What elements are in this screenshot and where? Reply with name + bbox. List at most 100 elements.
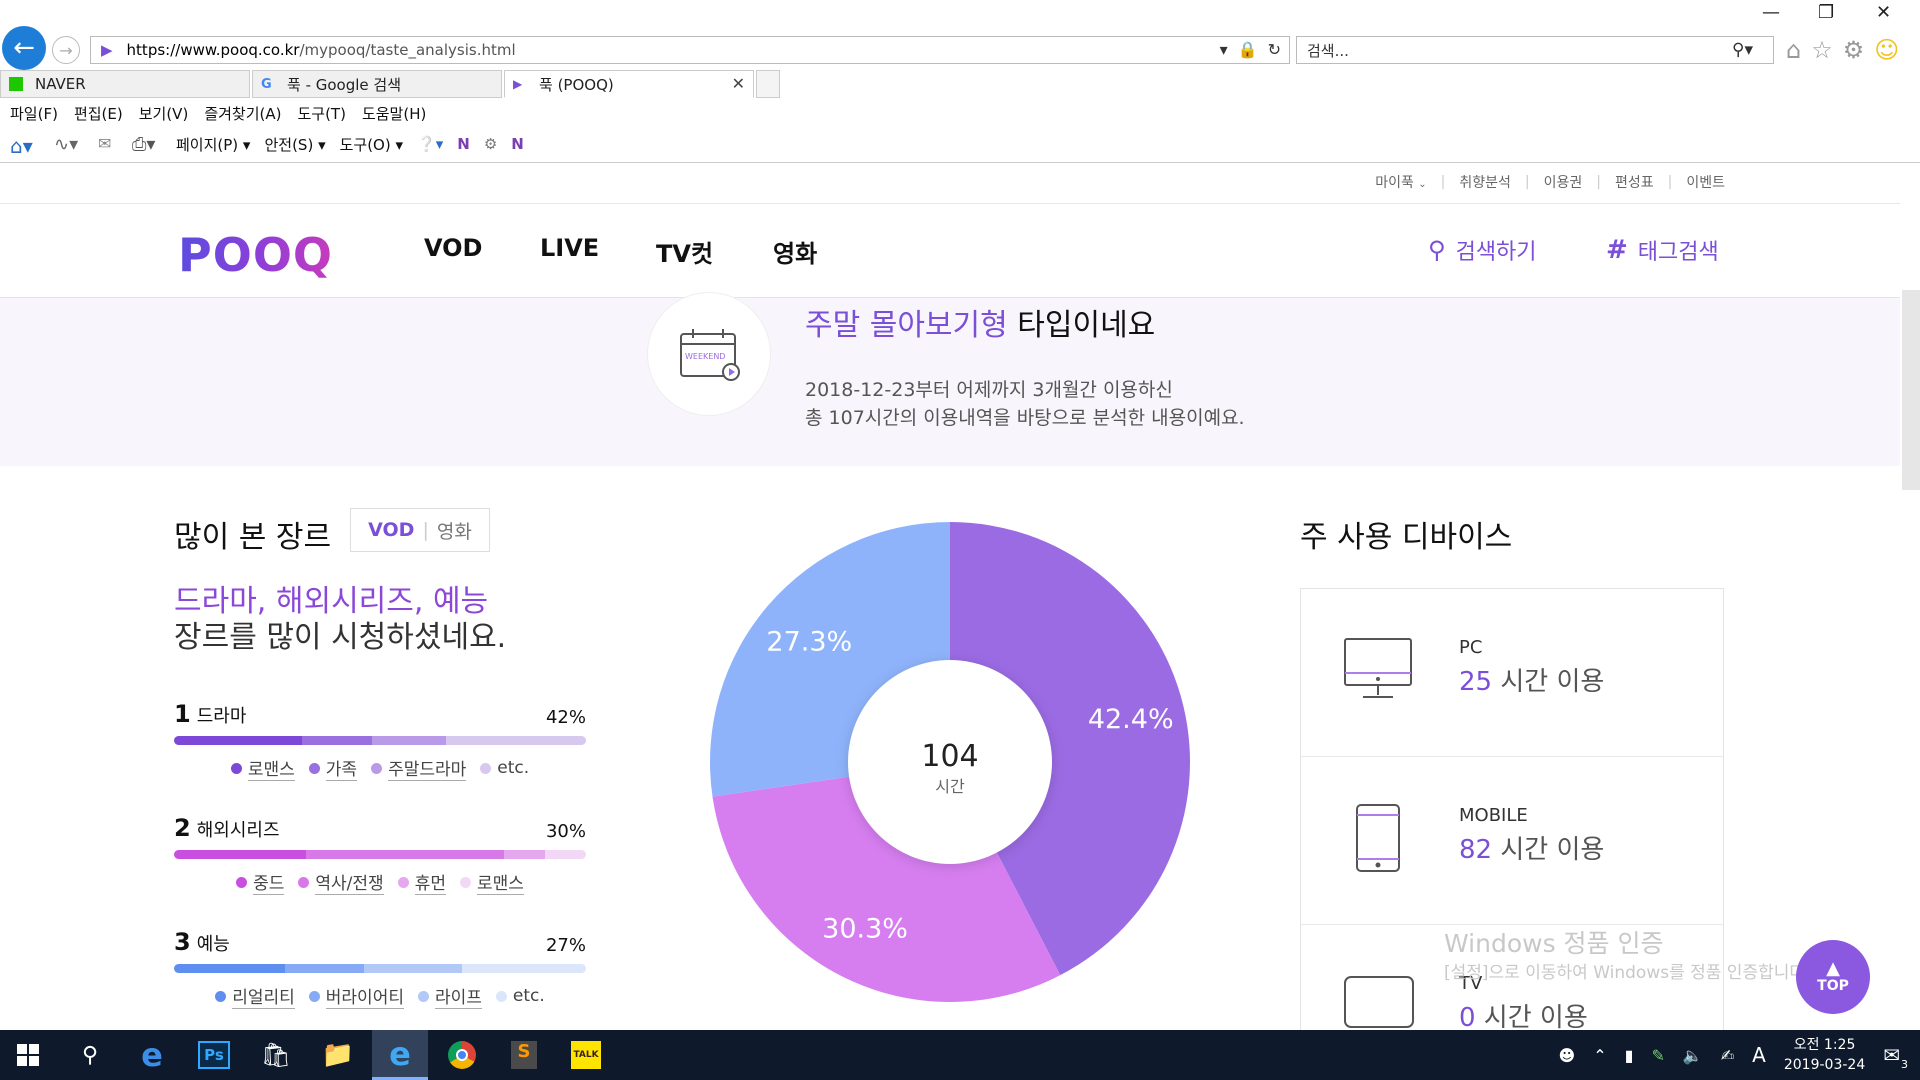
tools-menu[interactable]: 도구(O) ▾ <box>340 134 403 155</box>
new-tab-button[interactable] <box>756 70 780 98</box>
restore-icon[interactable]: ❐ <box>1818 2 1834 23</box>
address-bar[interactable]: ▶ https://www.pooq.co.kr/mypooq/taste_an… <box>90 36 1290 64</box>
menu-file[interactable]: 파일(F) <box>10 103 58 124</box>
lock-icon[interactable]: 🔒 <box>1238 40 1258 59</box>
gear-icon[interactable]: ⚙ <box>484 135 497 153</box>
clock[interactable]: 오전 1:25 2019-03-24 <box>1784 1035 1865 1075</box>
forward-button[interactable]: → <box>52 36 80 64</box>
pen-icon[interactable]: ✎ <box>1651 1046 1664 1065</box>
legend-item[interactable]: 로맨스 <box>459 869 524 895</box>
page-scrollbar[interactable] <box>1902 290 1920 490</box>
tab-naver[interactable]: NAVER <box>0 70 250 98</box>
dropdown-icon[interactable]: ▾ <box>1220 40 1228 59</box>
type-suffix: 타입이네요 <box>1007 308 1156 343</box>
util-pass[interactable]: 이용권 <box>1544 172 1583 192</box>
menu-help[interactable]: 도움말(H) <box>362 103 426 124</box>
mail-icon[interactable]: ✉ <box>98 134 118 154</box>
ie-icon[interactable]: e <box>372 1030 428 1080</box>
ink-icon[interactable]: ✍ <box>1721 1046 1734 1065</box>
bar-segment <box>445 736 586 745</box>
slice-label-3: 27.3% <box>766 626 852 657</box>
smiley-icon[interactable]: ☺ <box>1874 36 1899 64</box>
chrome-icon[interactable] <box>434 1030 490 1080</box>
legend-item[interactable]: 중드 <box>236 869 285 895</box>
back-button[interactable]: ← <box>2 26 46 70</box>
print-icon[interactable]: ⎙▾ <box>132 134 155 155</box>
volume-icon[interactable]: 🔈 <box>1683 1046 1703 1065</box>
legend-item[interactable]: 리얼리티 <box>215 983 295 1009</box>
photoshop-icon[interactable]: Ps <box>186 1030 242 1080</box>
gnb-tvcut[interactable]: TV컷 <box>656 234 713 269</box>
legend-item[interactable]: 버라이어티 <box>308 983 404 1009</box>
store-icon[interactable]: 🛍 <box>248 1030 304 1080</box>
legend-item[interactable]: 가족 <box>308 755 358 781</box>
home-icon[interactable]: ⌂▾ <box>10 134 33 158</box>
tab-pooq[interactable]: ▶ 푹 (POOQ) ✕ <box>504 70 754 98</box>
toggle-movie[interactable]: 영화 <box>437 517 472 544</box>
legend-item[interactable]: 휴먼 <box>397 869 446 895</box>
safety-menu[interactable]: 안전(S) ▾ <box>264 134 325 155</box>
header-divider <box>0 203 1900 204</box>
browser-search-input[interactable]: 검색... ⚲▾ <box>1296 36 1774 64</box>
chevron-up-icon[interactable]: ⌃ <box>1593 1046 1606 1065</box>
notification-count: 3 <box>1901 1058 1908 1071</box>
onenote-icon[interactable]: N <box>457 135 470 153</box>
start-button[interactable] <box>0 1030 56 1080</box>
home-icon[interactable]: ⌂ <box>1786 36 1801 64</box>
refresh-icon[interactable]: ↻ <box>1268 40 1281 59</box>
legend-item[interactable]: etc. <box>480 755 529 781</box>
header-search-button[interactable]: ⚲ 검색하기 <box>1428 234 1537 266</box>
pooq-logo[interactable]: POOQ <box>178 228 333 282</box>
tab-google[interactable]: G 푹 - Google 검색 <box>252 70 502 98</box>
favorites-star-icon[interactable]: ☆ <box>1811 36 1833 64</box>
legend-item[interactable]: etc. <box>495 983 545 1009</box>
gnb-vod[interactable]: VOD <box>424 234 482 262</box>
onenote-send-icon[interactable]: N <box>511 135 524 153</box>
taskbar-search-icon[interactable]: ⚲ <box>62 1030 118 1080</box>
rank-name: 3 예능 <box>174 928 230 956</box>
scroll-top-button[interactable]: ▲ TOP <box>1796 940 1870 1014</box>
legend-item[interactable]: 주말드라마 <box>371 755 467 781</box>
ime-indicator[interactable]: A <box>1752 1043 1766 1067</box>
help-icon[interactable]: ❔▾ <box>417 135 443 153</box>
battery-icon[interactable]: ▮ <box>1625 1046 1634 1065</box>
activation-watermark-text: [설정]으로 이동하여 Windows를 정품 인증합니다. <box>1444 963 1811 983</box>
search-icon[interactable]: ⚲▾ <box>1732 40 1753 60</box>
gnb-live[interactable]: LIVE <box>540 234 599 262</box>
edge-icon[interactable]: e <box>124 1030 180 1080</box>
menu-tools[interactable]: 도구(T) <box>297 103 345 124</box>
device-usage: 82 시간 이용 <box>1459 829 1604 866</box>
settings-gear-icon[interactable]: ⚙ <box>1843 36 1865 64</box>
menu-edit[interactable]: 편집(E) <box>74 103 123 124</box>
bar-segment <box>503 850 545 859</box>
util-taste[interactable]: 취향분석 <box>1459 172 1511 192</box>
browser-chrome: ← → ▶ https://www.pooq.co.kr/mypooq/tast… <box>0 0 1920 163</box>
bar-segment <box>174 964 286 973</box>
legend-dot <box>230 762 242 774</box>
legend-item[interactable]: 역사/전쟁 <box>298 869 384 895</box>
legend-item[interactable]: 라이프 <box>417 983 482 1009</box>
minimize-icon[interactable]: — <box>1762 2 1780 23</box>
util-schedule[interactable]: 편성표 <box>1615 172 1654 192</box>
file-explorer-icon[interactable]: 📁 <box>310 1030 366 1080</box>
kakaotalk-icon[interactable]: TALK <box>558 1030 614 1080</box>
tab-label: NAVER <box>35 75 86 93</box>
notification-icon[interactable]: ✉ 3 <box>1883 1043 1908 1071</box>
menu-favorites[interactable]: 즐겨찾기(A) <box>204 103 281 124</box>
people-icon[interactable]: ☻ <box>1559 1046 1576 1065</box>
bar-segment <box>462 964 586 973</box>
sublime-icon[interactable]: S <box>496 1030 552 1080</box>
tab-close-icon[interactable]: ✕ <box>732 74 745 93</box>
google-favicon-icon: G <box>261 77 272 92</box>
tag-search-button[interactable]: # 태그검색 <box>1606 234 1719 266</box>
page-menu[interactable]: 페이지(P) ▾ <box>176 134 250 155</box>
gnb-movie[interactable]: 영화 <box>773 234 817 269</box>
slice-label-2: 30.3% <box>822 913 908 944</box>
feed-icon[interactable]: ∿▾ <box>54 134 78 155</box>
close-icon[interactable]: ✕ <box>1876 2 1891 23</box>
menu-view[interactable]: 보기(V) <box>139 103 189 124</box>
toggle-vod[interactable]: VOD <box>368 519 414 541</box>
util-mypooq[interactable]: 마이푹 ⌄ <box>1375 172 1426 192</box>
legend-item[interactable]: 로맨스 <box>230 755 295 781</box>
util-event[interactable]: 이벤트 <box>1686 172 1725 192</box>
